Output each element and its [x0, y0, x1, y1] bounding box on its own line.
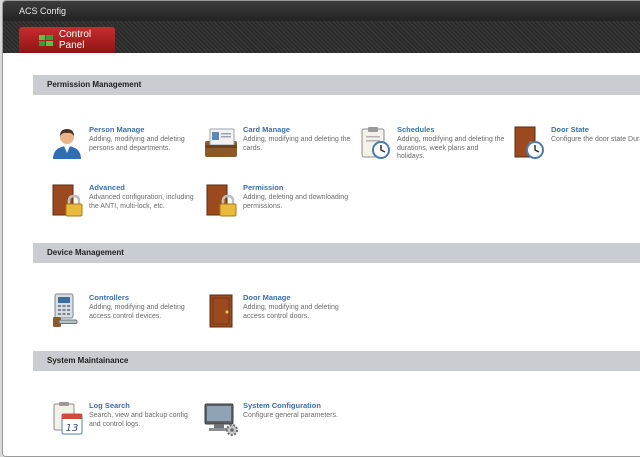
schedules-item[interactable]: Schedules Adding, modifying and deleting…: [357, 125, 507, 181]
clipboard-clock-icon: [357, 125, 393, 161]
computer-gear-icon: [203, 401, 239, 437]
window-title: ACS Config: [3, 1, 640, 21]
item-title: Log Search: [89, 401, 130, 410]
item-title: Permission: [243, 183, 284, 192]
tab-label: Control Panel: [58, 29, 92, 51]
door-lock-icon: [203, 183, 239, 219]
log-search-item[interactable]: 13 Log Search Search, view and backup co…: [49, 401, 199, 456]
door-lock-icon: [49, 183, 85, 219]
tab-control-panel[interactable]: Control Panel: [19, 27, 115, 53]
tab-strip: Control Panel: [3, 21, 640, 53]
item-description: Adding, deleting and downloading permiss…: [243, 194, 349, 210]
door-state-item[interactable]: Door State Configure the door state Dura…: [511, 125, 640, 181]
item-title: Card Manage: [243, 125, 291, 134]
advanced-item[interactable]: Advanced Advanced configuration, includi…: [49, 183, 199, 239]
permission-item[interactable]: Permission Adding, deleting and download…: [203, 183, 353, 239]
card-manage-item[interactable]: Card Manage Adding, modifying and deleti…: [203, 125, 353, 181]
item-description: Adding, modifying and deleting the cards…: [243, 136, 351, 152]
item-description: Configure the door state Durations.: [551, 136, 640, 143]
door-icon: [203, 293, 239, 329]
control-panel-content: Permission Management Person Manage Addi…: [3, 53, 640, 456]
section-permission-management: Permission Management: [33, 75, 640, 95]
item-description: Configure general parameters.: [243, 412, 338, 419]
section-device-management: Device Management: [33, 243, 640, 263]
person-manage-item[interactable]: Person Manage Adding, modifying and dele…: [49, 125, 199, 181]
item-title: System Configuration: [243, 401, 321, 410]
controllers-item[interactable]: Controllers Adding, modifying and deleti…: [49, 293, 199, 349]
section-system-maintainance: System Maintainance: [33, 351, 640, 371]
control-panel-icon: [39, 34, 53, 46]
door-manage-item[interactable]: Door Manage Adding, modifying and deleti…: [203, 293, 353, 349]
item-title: Schedules: [397, 125, 435, 134]
item-description: Adding, modifying and deleting access co…: [89, 304, 185, 320]
calendar-log-icon: 13: [49, 401, 85, 437]
item-title: Door Manage: [243, 293, 291, 302]
item-title: Controllers: [89, 293, 130, 302]
door-clock-icon: [511, 125, 547, 161]
person-icon: [49, 125, 85, 161]
card-icon: [203, 125, 239, 161]
item-description: Search, view and backup config and contr…: [89, 412, 188, 428]
item-title: Advanced: [89, 183, 125, 192]
controller-icon: [49, 293, 85, 329]
item-description: Adding, modifying and deleting access co…: [243, 304, 339, 320]
app-window: ACS Config Control Panel Permission Mana…: [2, 0, 640, 457]
calendar-day: 13: [66, 423, 79, 434]
item-description: Advanced configuration, including the AN…: [89, 194, 194, 210]
item-description: Adding, modifying and deleting persons a…: [89, 136, 185, 152]
item-description: Adding, modifying and deleting the durat…: [397, 136, 505, 160]
system-configuration-item[interactable]: System Configuration Configure general p…: [203, 401, 353, 456]
item-title: Person Manage: [89, 125, 145, 134]
item-title: Door State: [551, 125, 589, 134]
